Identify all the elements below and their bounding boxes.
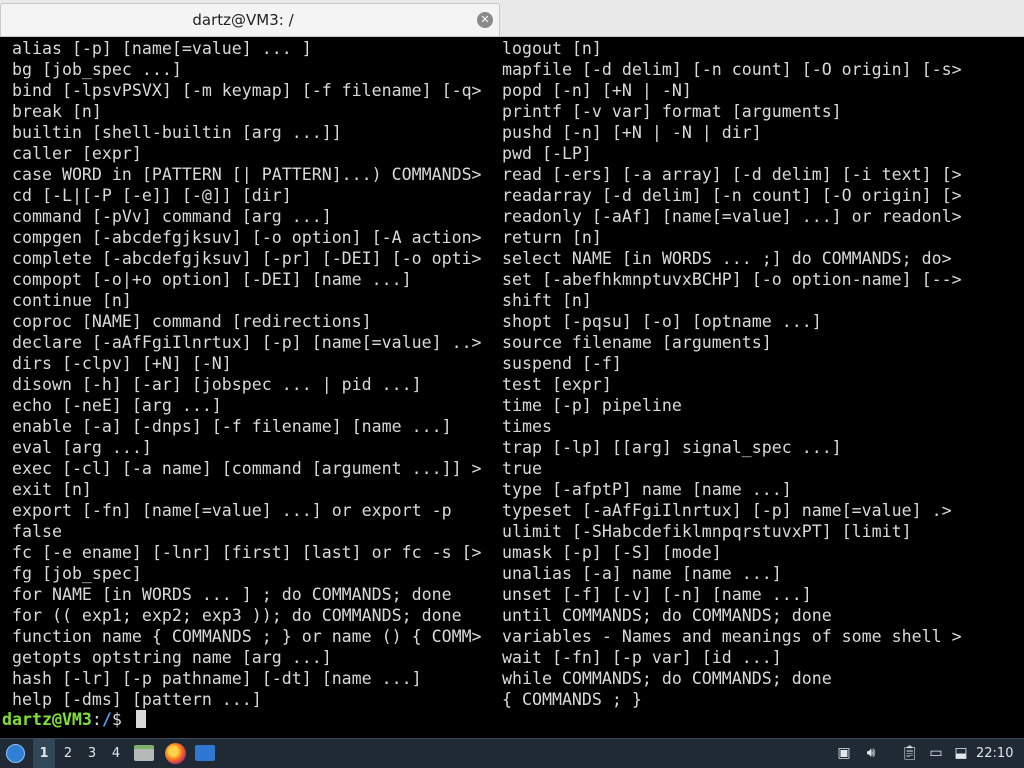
volume-icon[interactable]: 🔊︎ [863, 745, 879, 761]
help-line: ulimit [-SHabcdefiklmnpqrstuvxPT] [limit… [502, 522, 912, 541]
taskbar: 1 2 3 4 ▣ 🔊︎ 📋︎ ▭ ⬓ 22:10 [0, 738, 1024, 768]
help-line: test [expr] [502, 375, 612, 394]
workspace-4[interactable]: 4 [105, 739, 127, 768]
help-line: popd [-n] [+N | -N] [502, 81, 692, 100]
network-icon[interactable]: ▭ [928, 745, 944, 761]
help-left-column: alias [-p] [name[=value] ... ] bg [job_sp… [12, 38, 482, 710]
prompt-symbol: $ [111, 710, 132, 729]
help-line: logout [n] [502, 39, 602, 58]
help-line: printf [-v var] format [arguments] [502, 102, 842, 121]
clipboard-icon[interactable]: 📋︎ [901, 745, 919, 761]
help-line: suspend [-f] [502, 354, 622, 373]
update-icon[interactable]: ⬓ [953, 745, 969, 761]
help-line: pwd [-LP] [502, 144, 592, 163]
help-line: builtin [shell-builtin [arg ...]] [12, 123, 342, 142]
help-line: dirs [-clpv] [+N] [-N] [12, 354, 232, 373]
help-line: umask [-p] [-S] [mode] [502, 543, 722, 562]
workspace-2[interactable]: 2 [57, 739, 79, 768]
whisker-menu-icon[interactable] [6, 744, 25, 763]
help-line: variables - Names and meanings of some s… [502, 627, 962, 646]
help-line: for NAME [in WORDS ... ] ; do COMMANDS; … [12, 585, 452, 604]
help-line: command [-pVv] command [arg ...] [12, 207, 332, 226]
help-line: set [-abefhkmnptuvxBCHP] [-o option-name… [502, 270, 962, 289]
window-icon[interactable] [195, 745, 215, 761]
help-line: times [502, 417, 552, 436]
help-line: complete [-abcdefgjksuv] [-pr] [-DEI] [-… [12, 249, 482, 268]
help-line: coproc [NAME] command [redirections] [12, 312, 372, 331]
help-line: export [-fn] [name[=value] ...] or expor… [12, 501, 452, 520]
help-line: read [-ers] [-a array] [-d delim] [-i te… [502, 165, 962, 184]
help-line: fc [-e ename] [-lnr] [first] [last] or f… [12, 543, 482, 562]
help-right-column: logout [n] mapfile [-d delim] [-n count] … [502, 38, 962, 710]
help-line: compopt [-o|+o option] [-DEI] [name ...] [12, 270, 412, 289]
help-line: bg [job_spec ...] [12, 60, 182, 79]
help-line: shift [n] [502, 291, 592, 310]
help-line: compgen [-abcdefgjksuv] [-o option] [-A … [12, 228, 482, 247]
help-line: help [-dms] [pattern ...] [12, 690, 262, 709]
text-cursor [135, 710, 146, 728]
help-line: readonly [-aAf] [name[=value] ...] or re… [502, 207, 962, 226]
help-line: break [n] [12, 102, 102, 121]
notification-icon[interactable]: ▣ [836, 745, 852, 761]
help-line: exec [-cl] [-a name] [command [argument … [12, 459, 482, 478]
help-line: function name { COMMANDS ; } or name () … [12, 627, 482, 646]
help-line: pushd [-n] [+N | -N | dir] [502, 123, 762, 142]
help-line: exit [n] [12, 480, 92, 499]
help-line: time [-p] pipeline [502, 396, 682, 415]
help-line: trap [-lp] [[arg] signal_spec ...] [502, 438, 842, 457]
help-line: shopt [-pqsu] [-o] [optname ...] [502, 312, 822, 331]
help-line: disown [-h] [-ar] [jobspec ... | pid ...… [12, 375, 422, 394]
workspace-3[interactable]: 3 [81, 739, 103, 768]
help-line: enable [-a] [-dnps] [-f filename] [name … [12, 417, 452, 436]
help-line: fg [job_spec] [12, 564, 142, 583]
prompt-path: / [101, 710, 112, 729]
help-line: caller [expr] [12, 144, 142, 163]
help-line: hash [-lr] [-p pathname] [-dt] [name ...… [12, 669, 422, 688]
help-line: typeset [-aAfFgiIlnrtux] [-p] name[=valu… [502, 501, 952, 520]
help-line: source filename [arguments] [502, 333, 772, 352]
help-line: while COMMANDS; do COMMANDS; done [502, 669, 832, 688]
terminal-tab[interactable]: dartz@VM3: / ✕ [0, 3, 500, 36]
tab-bar: dartz@VM3: / ✕ [0, 0, 1024, 37]
terminal-output[interactable]: alias [-p] [name[=value] ... ] bg [job_sp… [0, 37, 1024, 738]
help-line: bind [-lpsvPSVX] [-m keymap] [-f filenam… [12, 81, 482, 100]
help-line: alias [-p] [name[=value] ... ] [12, 39, 312, 58]
workspace-1[interactable]: 1 [33, 739, 55, 768]
help-line: echo [-neE] [arg ...] [12, 396, 222, 415]
help-line: mapfile [-d delim] [-n count] [-O origin… [502, 60, 962, 79]
help-line: { COMMANDS ; } [502, 690, 642, 709]
help-line: unalias [-a] name [name ...] [502, 564, 782, 583]
help-line: cd [-L|[-P [-e]] [-@]] [dir] [12, 186, 292, 205]
prompt-user-host: dartz@VM3 [2, 710, 92, 729]
help-line: return [n] [502, 228, 602, 247]
help-line: continue [n] [12, 291, 132, 310]
help-line: wait [-fn] [-p var] [id ...] [502, 648, 782, 667]
prompt-separator: : [91, 710, 102, 729]
firefox-icon[interactable] [165, 743, 186, 764]
tab-title: dartz@VM3: / [192, 11, 294, 29]
help-line: readarray [-d delim] [-n count] [-O orig… [502, 186, 962, 205]
help-line: type [-afptP] name [name ...] [502, 480, 792, 499]
help-line: unset [-f] [-v] [-n] [name ...] [502, 585, 812, 604]
close-icon[interactable]: ✕ [477, 12, 493, 28]
help-line: until COMMANDS; do COMMANDS; done [502, 606, 832, 625]
help-line: select NAME [in WORDS ... ;] do COMMANDS… [502, 249, 952, 268]
clock[interactable]: 22:10 [976, 739, 1024, 768]
help-line: eval [arg ...] [12, 438, 152, 457]
help-line: case WORD in [PATTERN [| PATTERN]...) CO… [12, 165, 482, 184]
help-line: for (( exp1; exp2; exp3 )); do COMMANDS;… [12, 606, 462, 625]
help-line: true [502, 459, 542, 478]
file-manager-icon[interactable] [134, 745, 154, 761]
help-line: false [12, 522, 62, 541]
help-line: getopts optstring name [arg ...] [12, 648, 332, 667]
help-line: declare [-aAfFgiIlnrtux] [-p] [name[=val… [12, 333, 482, 352]
shell-prompt[interactable]: dartz@VM3:/$ [2, 709, 146, 730]
